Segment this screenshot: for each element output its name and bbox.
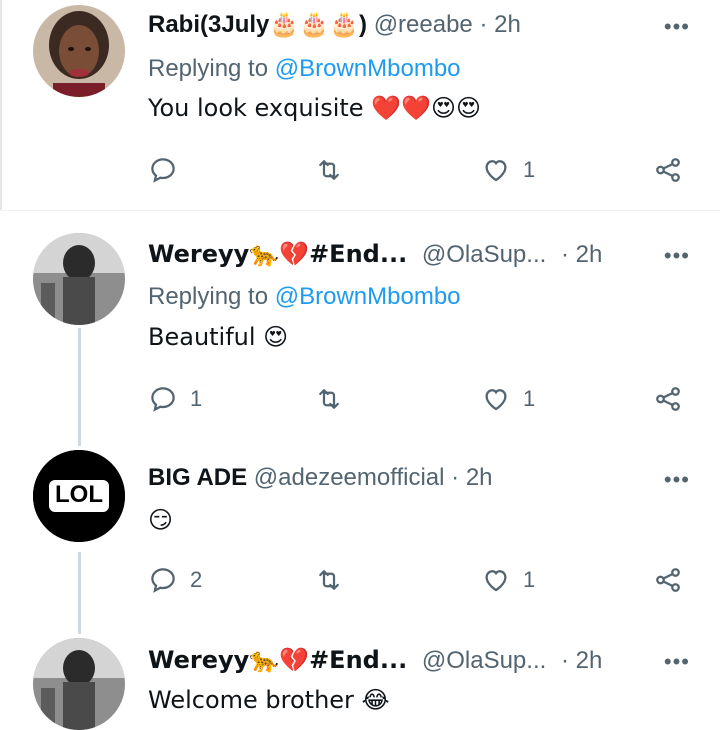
display-name[interactable]: BIG ADE [148,464,247,491]
tweet-2[interactable]: Wereyy🐆💔#End... @OlaSup... · 2h ••• Repl… [0,211,720,446]
user-handle[interactable]: @OlaSup... [422,647,546,674]
share-button[interactable] [653,563,683,597]
tweet-actions: 1 1 [148,382,688,416]
share-icon [656,568,680,592]
reply-count: 2 [190,567,203,592]
share-icon [656,387,680,411]
share-button[interactable] [653,382,683,416]
thread-line [78,552,81,634]
timestamp[interactable]: · 2h [561,647,602,674]
avatar[interactable]: LOL [33,450,125,542]
retweet-icon [319,160,339,180]
timestamp[interactable]: · 2h [479,11,520,38]
more-options-button[interactable]: ••• [664,14,690,40]
thread-line [78,328,81,446]
like-count: 1 [523,157,536,182]
tweet-4[interactable]: Wereyy🐆💔#End... @OlaSup... · 2h ••• Welc… [0,634,720,730]
retweet-icon [319,570,339,590]
tweet-header: Wereyy🐆💔#End... @OlaSup... · 2h [148,240,602,269]
tweet-header: BIG ADE @adezeemofficial · 2h [148,464,493,492]
tweet-text: Welcome brother 😂 [148,686,390,714]
retweet-button[interactable] [314,563,356,597]
tweet-3[interactable]: LOL BIG ADE @adezeemofficial · 2h ••• 😏 … [0,446,720,634]
user-handle[interactable]: @OlaSup... [422,241,546,268]
retweet-icon [319,389,339,409]
reply-button[interactable]: 2 [148,563,202,597]
more-options-button[interactable]: ••• [664,243,690,269]
display-name[interactable]: Wereyy🐆💔#End... [148,646,407,674]
more-options-button[interactable]: ••• [664,467,690,493]
mention-link[interactable]: @BrownMbombo [275,55,461,82]
retweet-button[interactable] [314,153,356,187]
reply-button[interactable]: 1 [148,382,202,416]
replying-to: Replying to @BrownMbombo [148,55,461,83]
tweet-text: You look exquisite ❤️❤️😍😍 [148,94,481,122]
tweet-header: Rabi(3July🎂🎂🎂) @reeabe · 2h [148,10,521,39]
like-count: 1 [523,567,536,592]
timestamp[interactable]: · 2h [561,241,602,268]
display-name[interactable]: Wereyy🐆💔#End... [148,240,407,268]
reply-icon [151,158,175,183]
reply-icon [151,387,175,412]
tweet-header: Wereyy🐆💔#End... @OlaSup... · 2h [148,646,602,675]
tweet-text: 😏 [148,506,174,534]
heart-icon [485,160,507,182]
retweet-button[interactable] [314,382,356,416]
avatar-lol-text: LOL [55,481,103,508]
more-options-button[interactable]: ••• [664,649,690,675]
tweet-1[interactable]: Rabi(3July🎂🎂🎂) @reeabe · 2h ••• Replying… [0,0,720,210]
avatar[interactable] [33,5,125,97]
share-icon [656,158,680,182]
like-button[interactable]: 1 [481,153,535,187]
like-button[interactable]: 1 [481,563,535,597]
reply-count: 1 [190,386,203,411]
avatar[interactable] [33,233,125,325]
heart-icon [485,570,507,592]
timestamp[interactable]: · 2h [451,464,492,491]
tweet-text: Beautiful 😍 [148,323,289,351]
replying-prefix: Replying to [148,55,269,82]
avatar[interactable] [33,638,125,730]
mention-link[interactable]: @BrownMbombo [275,283,461,310]
user-handle[interactable]: @adezeemofficial [254,464,445,491]
like-button[interactable]: 1 [481,382,535,416]
replying-to: Replying to @BrownMbombo [148,283,461,311]
display-name[interactable]: Rabi(3July🎂🎂🎂) [148,11,367,38]
reply-button[interactable] [148,153,190,187]
reply-icon [151,568,175,593]
like-count: 1 [523,386,536,411]
user-handle[interactable]: @reeabe [374,11,473,38]
replying-prefix: Replying to [148,283,269,310]
tweet-actions: 2 1 [148,563,688,597]
heart-icon [485,389,507,411]
tweet-actions: 1 [148,153,688,187]
share-button[interactable] [653,153,683,187]
